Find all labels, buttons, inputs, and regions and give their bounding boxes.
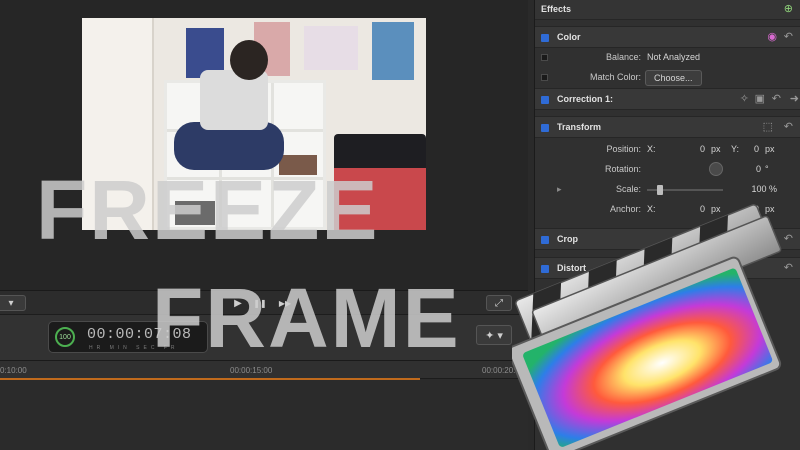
video-poster xyxy=(372,22,414,80)
correction-section[interactable]: Correction 1: ✧ ▣ ↶ ➜ xyxy=(535,88,800,110)
transform-tool-icon[interactable]: ⬚ xyxy=(763,120,773,133)
color-wheel-icon[interactable]: ◉ xyxy=(767,30,777,43)
match-color-row: Match Color: Choose... xyxy=(535,68,800,88)
playhead-range xyxy=(0,378,420,380)
overlay-title-line1: FREEZE xyxy=(36,163,380,257)
rotation-field[interactable]: 0 xyxy=(747,164,761,174)
match-color-checkbox[interactable] xyxy=(541,74,548,81)
viewer-layout-button[interactable]: ▾ xyxy=(0,295,26,311)
position-row: Position: X: 0 px Y: 0 px xyxy=(606,144,775,154)
magic-wand-icon[interactable]: ✧ xyxy=(740,92,749,105)
ruler-tick: 0:10:00 xyxy=(0,366,27,375)
reset-icon[interactable]: ↶ xyxy=(784,120,793,133)
balance-checkbox[interactable] xyxy=(541,54,548,61)
effects-header: Effects ⊕ xyxy=(535,0,800,20)
fullscreen-icon[interactable]: ⤢ xyxy=(486,295,512,311)
reset-icon[interactable]: ↶ xyxy=(784,30,793,43)
add-effect-icon[interactable]: ⊕ xyxy=(784,2,793,15)
balance-value: Not Analyzed xyxy=(647,52,701,62)
video-person xyxy=(200,70,268,130)
video-person xyxy=(230,40,268,80)
transform-section[interactable]: Transform ⬚ ↶ xyxy=(535,116,800,138)
color-enable-checkbox[interactable] xyxy=(541,34,549,42)
overlay-title-line2: FRAME xyxy=(152,271,461,365)
color-section[interactable]: Color ◉ ↶ xyxy=(535,26,800,48)
camera-icon[interactable]: ▣ xyxy=(755,92,765,105)
correction-enable-checkbox[interactable] xyxy=(541,96,549,104)
ruler-tick: 00:00:15:00 xyxy=(230,366,273,375)
position-y-field[interactable]: 0 xyxy=(739,144,759,154)
timeline[interactable]: 0:10:00 00:00:15:00 00:00:20:00 xyxy=(0,360,528,450)
transform-enable-checkbox[interactable] xyxy=(541,124,549,132)
position-x-field[interactable]: 0 xyxy=(685,144,705,154)
clapperboard-logo-icon xyxy=(512,204,782,450)
rotation-row: Rotation: 0 ° xyxy=(604,162,769,176)
rotation-knob[interactable] xyxy=(709,162,723,176)
balance-row: Balance: Not Analyzed xyxy=(535,48,800,68)
video-poster xyxy=(304,26,358,70)
choose-button[interactable]: Choose... xyxy=(645,70,702,86)
go-forward-icon[interactable]: ➜ xyxy=(790,92,799,105)
background-tasks-badge[interactable]: 100 xyxy=(55,327,75,347)
magic-wand-icon[interactable]: ✦ ▾ xyxy=(476,325,512,345)
reset-icon[interactable]: ↶ xyxy=(772,92,781,105)
